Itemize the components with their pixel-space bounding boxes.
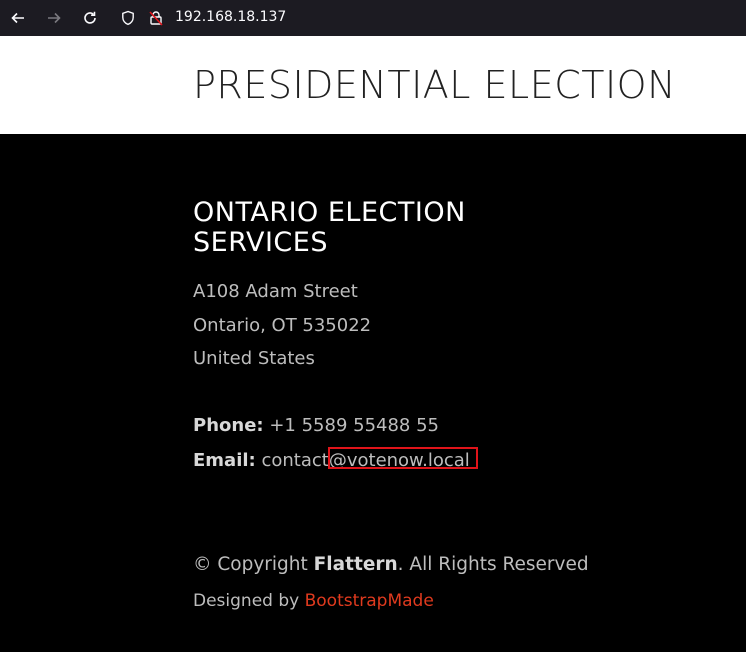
email-label: Email: [193, 450, 256, 471]
copyright-brand: Flattern [313, 554, 398, 575]
phone-label: Phone: [193, 415, 264, 436]
credits-text: Designed by BootstrapMade [193, 590, 434, 612]
site-footer: ONTARIO ELECTION SERVICES A108 Adam Stre… [0, 134, 746, 652]
forward-arrow-icon[interactable] [42, 6, 66, 30]
back-arrow-icon[interactable] [6, 6, 30, 30]
designer-link[interactable]: BootstrapMade [305, 591, 434, 611]
shield-icon[interactable] [116, 6, 140, 30]
copyright-text: © Copyright Flattern. All Rights Reserve… [193, 554, 589, 576]
url-bar-text[interactable]: 192.168.18.137 [175, 8, 286, 26]
annotation-highlight-box [328, 447, 478, 469]
address-line-3: United States [193, 348, 315, 369]
page-title: PRESIDENTIAL ELECTION [193, 63, 676, 107]
phone-value: +1 5589 55488 55 [269, 415, 440, 436]
organization-name: ONTARIO ELECTION SERVICES [193, 197, 466, 258]
address-line-1: A108 Adam Street [193, 281, 358, 302]
reload-icon[interactable] [78, 6, 102, 30]
phone-line: Phone: +1 5589 55488 55 [193, 415, 439, 437]
copyright-prefix: © Copyright [193, 554, 308, 575]
designed-by-label: Designed by [193, 591, 300, 611]
copyright-suffix: . All Rights Reserved [397, 554, 589, 575]
insecure-lock-icon[interactable] [144, 6, 168, 30]
site-header: PRESIDENTIAL ELECTION [0, 36, 746, 134]
address-line-2: Ontario, OT 535022 [193, 315, 372, 336]
browser-toolbar: 192.168.18.137 [0, 0, 746, 36]
